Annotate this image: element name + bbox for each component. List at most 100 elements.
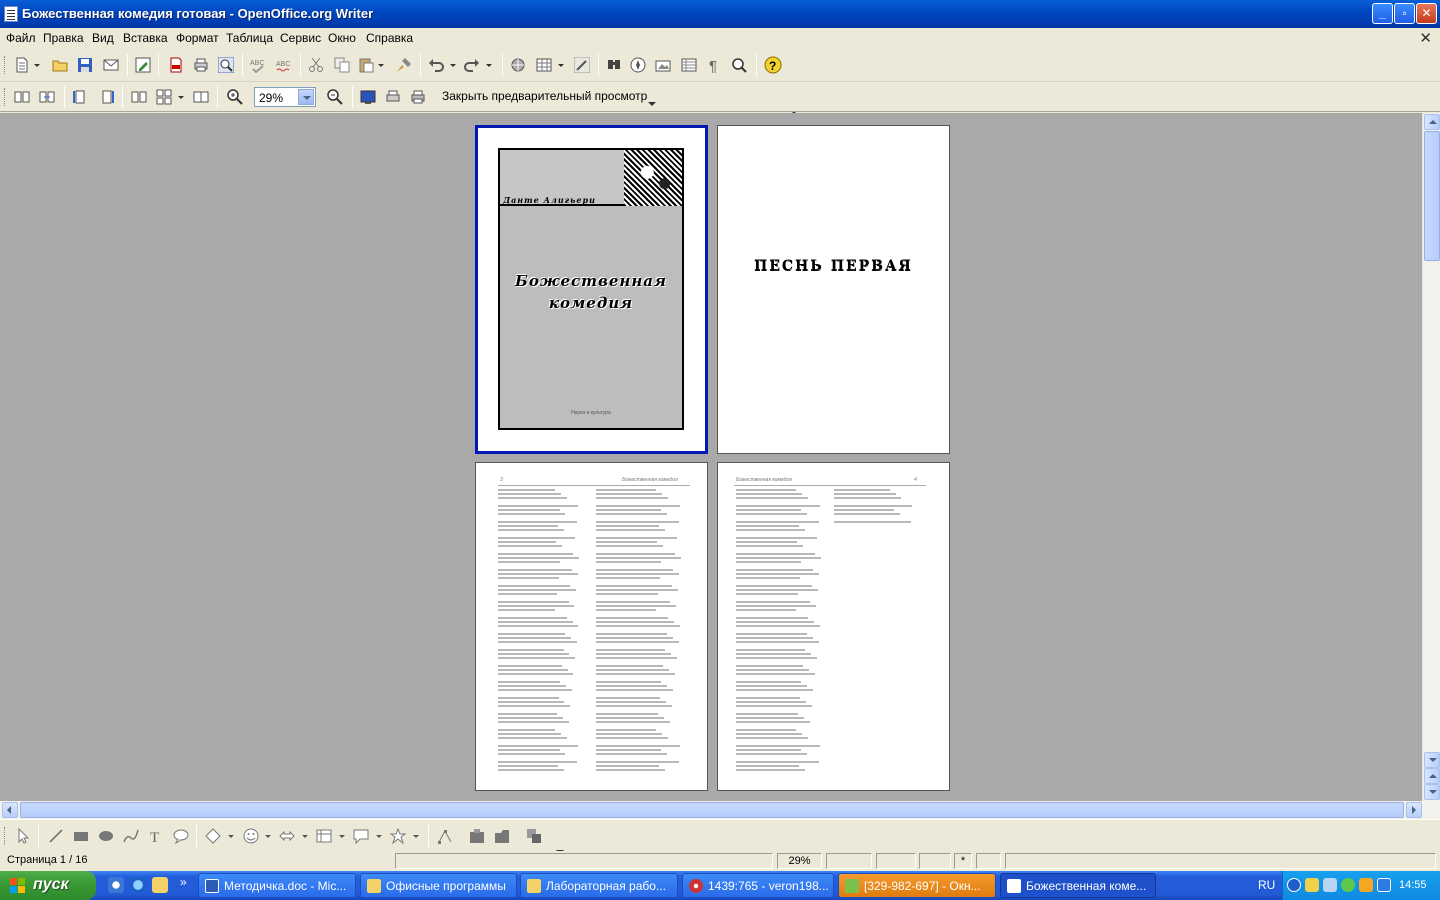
quicklaunch-more-icon[interactable]: » bbox=[180, 875, 187, 889]
menu-view[interactable]: Вид bbox=[92, 31, 114, 45]
page-3[interactable]: 3 Божественная комедия bbox=[475, 462, 708, 791]
line-icon[interactable] bbox=[48, 828, 64, 844]
data-sources-icon[interactable] bbox=[681, 57, 697, 73]
vertical-scroll-thumb[interactable] bbox=[1424, 131, 1440, 261]
autospellcheck-icon[interactable]: ABC bbox=[276, 57, 292, 73]
restore-button[interactable]: ▫ bbox=[1394, 3, 1415, 24]
block-arrows-icon[interactable] bbox=[279, 828, 295, 844]
quicklaunch-explorer-icon[interactable] bbox=[152, 877, 168, 893]
edit-file-icon[interactable] bbox=[135, 57, 151, 73]
ellipse-icon[interactable] bbox=[98, 828, 114, 844]
scroll-left-button[interactable] bbox=[2, 802, 18, 818]
print-icon[interactable] bbox=[193, 57, 209, 73]
menu-edit[interactable]: Правка bbox=[43, 31, 84, 45]
zoom-out-icon[interactable] bbox=[326, 88, 344, 106]
toolbar-overflow-icon[interactable] bbox=[648, 100, 656, 108]
horizontal-scroll-thumb[interactable] bbox=[20, 802, 1404, 818]
page-4[interactable]: Божественная комедия 4 bbox=[717, 462, 950, 791]
symbol-shapes-icon[interactable] bbox=[243, 828, 259, 844]
insert-mode-field[interactable] bbox=[826, 853, 872, 869]
email-icon[interactable] bbox=[103, 57, 119, 73]
selection-mode-field[interactable] bbox=[876, 853, 916, 869]
page-indicator[interactable]: Страница 1 / 16 bbox=[4, 853, 392, 869]
stars-dropdown-icon[interactable] bbox=[411, 828, 421, 844]
formatting-marks-icon[interactable]: ¶ bbox=[706, 57, 722, 73]
navigator-icon[interactable] bbox=[630, 57, 646, 73]
scroll-down-button[interactable] bbox=[1424, 752, 1440, 768]
task-browser[interactable]: 1439:765 - veron198... bbox=[682, 873, 834, 898]
callouts-dropdown-icon[interactable] bbox=[374, 828, 384, 844]
page-style-field[interactable] bbox=[395, 853, 773, 869]
start-button[interactable]: пуск bbox=[0, 871, 96, 900]
menu-help[interactable]: Справка bbox=[366, 31, 413, 45]
previous-page-icon[interactable] bbox=[14, 89, 30, 105]
redo-icon[interactable] bbox=[464, 57, 480, 73]
menu-tools[interactable]: Сервис bbox=[280, 31, 321, 45]
points-edit-icon[interactable] bbox=[437, 828, 453, 844]
zoom-field[interactable]: 29% bbox=[777, 853, 822, 869]
language-indicator[interactable]: RU bbox=[1258, 878, 1275, 892]
task-methodichka[interactable]: Методичка.doc - Mic... bbox=[198, 873, 356, 898]
modified-indicator[interactable]: * bbox=[954, 853, 972, 869]
paste-icon[interactable] bbox=[358, 57, 374, 73]
flowchart-icon[interactable] bbox=[316, 828, 332, 844]
format-paintbrush-icon[interactable] bbox=[396, 57, 412, 73]
redo-dropdown-icon[interactable] bbox=[484, 57, 494, 73]
menu-file[interactable]: Файл bbox=[6, 31, 36, 45]
chevron-down-icon[interactable] bbox=[298, 89, 314, 105]
toolbar-grip[interactable] bbox=[4, 56, 7, 74]
copy-icon[interactable] bbox=[334, 57, 350, 73]
paste-dropdown-icon[interactable] bbox=[376, 57, 386, 73]
tray-network-icon[interactable] bbox=[1323, 878, 1337, 892]
vertical-scrollbar[interactable] bbox=[1422, 113, 1440, 801]
tray-folder-icon[interactable] bbox=[1305, 878, 1319, 892]
book-preview-icon[interactable] bbox=[193, 89, 209, 105]
rectangle-icon[interactable] bbox=[73, 828, 89, 844]
signature-field[interactable] bbox=[976, 853, 1001, 869]
next-page-icon[interactable] bbox=[39, 89, 55, 105]
from-file-icon[interactable] bbox=[494, 828, 510, 844]
tray-volume-icon[interactable] bbox=[1359, 878, 1373, 892]
title-bar[interactable]: Божественная комедия готовая - OpenOffic… bbox=[0, 0, 1440, 28]
scroll-up-button[interactable] bbox=[1424, 114, 1440, 130]
gallery-icon[interactable] bbox=[655, 57, 671, 73]
multiple-pages-dropdown-icon[interactable] bbox=[176, 89, 186, 105]
scroll-right-button[interactable] bbox=[1406, 802, 1422, 818]
help-icon[interactable]: ? bbox=[764, 56, 782, 74]
to-document-begin-icon[interactable] bbox=[73, 89, 89, 105]
menu-format[interactable]: Формат bbox=[176, 31, 219, 45]
callouts-icon[interactable] bbox=[353, 828, 369, 844]
preview-workspace[interactable]: Данте Алигьери Божественная комедия Наук… bbox=[0, 113, 1422, 801]
new-document-icon[interactable] bbox=[14, 57, 30, 73]
page-cover[interactable]: Данте Алигьери Божественная комедия Наук… bbox=[475, 125, 708, 454]
page-2[interactable]: ПЕСНЬ ПЕРВАЯ bbox=[717, 125, 950, 454]
task-office-programs[interactable]: Офисные программы bbox=[360, 873, 517, 898]
two-pages-icon[interactable] bbox=[131, 89, 147, 105]
text-tool-icon[interactable]: T bbox=[148, 828, 164, 844]
symbol-shapes-dropdown-icon[interactable] bbox=[263, 828, 273, 844]
quicklaunch-ie-icon[interactable] bbox=[108, 877, 124, 893]
tray-bluetooth-icon[interactable] bbox=[1377, 878, 1391, 892]
task-divine-comedy[interactable]: Божественная коме... bbox=[1000, 873, 1156, 898]
flowchart-dropdown-icon[interactable] bbox=[337, 828, 347, 844]
horizontal-scrollbar[interactable] bbox=[0, 801, 1440, 819]
print-page-view-icon[interactable] bbox=[410, 89, 426, 105]
zoom-combobox[interactable]: 29% bbox=[254, 87, 316, 107]
previous-page-scroll-button[interactable] bbox=[1424, 768, 1440, 784]
basic-shapes-icon[interactable] bbox=[205, 828, 221, 844]
show-draw-functions-icon[interactable] bbox=[574, 57, 590, 73]
extrusion-icon[interactable] bbox=[526, 828, 542, 844]
to-document-end-icon[interactable] bbox=[98, 89, 114, 105]
toolbar-grip[interactable] bbox=[4, 827, 7, 845]
save-icon[interactable] bbox=[77, 57, 93, 73]
new-dropdown-icon[interactable] bbox=[32, 57, 42, 73]
menu-window[interactable]: Окно bbox=[328, 31, 356, 45]
hyperlink-icon[interactable] bbox=[510, 57, 526, 73]
page-preview-icon[interactable] bbox=[218, 57, 234, 73]
undo-dropdown-icon[interactable] bbox=[448, 57, 458, 73]
tray-icq-icon[interactable] bbox=[1341, 878, 1355, 892]
tray-back-icon[interactable] bbox=[1287, 878, 1301, 892]
hyperlink-mode-field[interactable] bbox=[919, 853, 951, 869]
minimize-button[interactable]: _ bbox=[1372, 3, 1393, 24]
undo-icon[interactable] bbox=[428, 57, 444, 73]
